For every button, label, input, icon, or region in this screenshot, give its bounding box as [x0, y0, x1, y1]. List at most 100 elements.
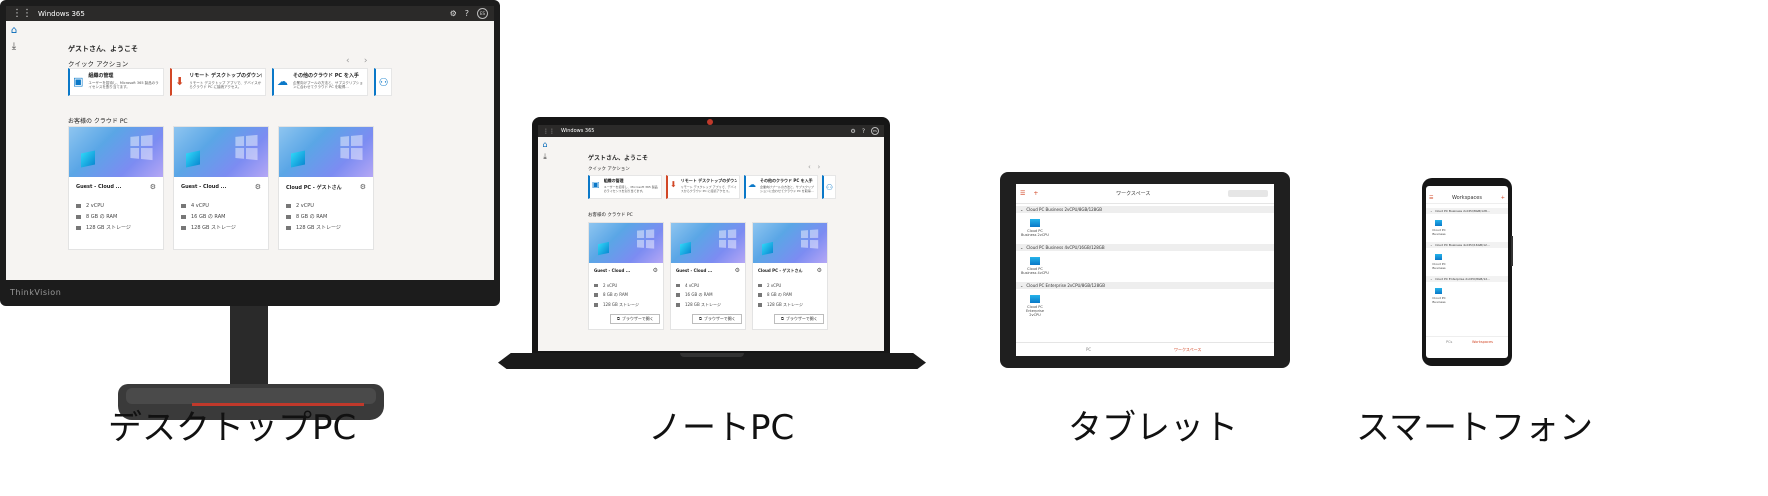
spec-ram: 8 GB の RAM — [76, 213, 131, 220]
quick-action-card[interactable]: ⬇リモート デスクトップのダウンロードリモート デスクトップ アプリで、デバイス… — [666, 175, 740, 199]
cloud-pc-card[interactable]: Guest - Cloud ... ⚙ 2 vCPU 8 GB の RAM 128 GB… — [588, 222, 664, 330]
cloud-pc-settings-icon[interactable]: ⚙ — [735, 267, 740, 274]
gear-icon[interactable]: ⚙ — [450, 9, 457, 18]
home-icon[interactable]: ⌂ — [542, 140, 547, 149]
cloud-pc-name: Guest - Cloud ... — [181, 184, 227, 190]
carousel-prev-icon[interactable]: ‹ — [346, 56, 350, 66]
quick-action-card[interactable]: ▣ 組織の管理 ユーザーを招待し、Microsoft 365 製品のライセンスを割り… — [68, 68, 164, 96]
avatar[interactable]: ES — [871, 127, 879, 135]
quick-action-card[interactable]: ⚇ — [822, 175, 836, 199]
tablet-footer: PC ワークスペース — [1016, 342, 1274, 356]
cloud-pc-icon[interactable] — [1030, 295, 1040, 303]
search-box[interactable] — [1228, 190, 1268, 197]
storage-icon — [181, 225, 186, 230]
spec-ram-value: 16 GB の RAM — [685, 292, 713, 297]
quick-actions-title: クイック アクション — [68, 60, 129, 68]
cloud-pcs-title: お客様の クラウド PC — [68, 118, 128, 125]
download-nav-icon[interactable]: ⤓ — [543, 152, 547, 162]
tab-pcs[interactable]: PC — [1086, 347, 1091, 352]
spec-storage-value: 128 GB ストレージ — [603, 302, 639, 307]
tab-pcs[interactable]: PCs — [1446, 340, 1452, 344]
workspace-group-header[interactable]: ⌄ Cloud PC Enterprise 2vCPU/8GB/128GB — [1016, 282, 1274, 289]
spec-cpu-value: 4 vCPU — [685, 283, 700, 288]
cpu-icon — [181, 204, 186, 208]
quick-action-card[interactable]: ☁ その他のクラウド PC を入手 企業向けプールの方法と、サブスクリプションに合わ… — [272, 68, 368, 96]
carousel-arrows: ‹ › — [346, 56, 368, 66]
cloud-pc-settings-icon[interactable]: ⚙ — [360, 183, 366, 191]
cloud-pc-cube-icon — [762, 241, 774, 256]
nav-rail: ⌂ ⤓ — [6, 21, 22, 280]
open-in-browser-label: ブラウザーで開く — [785, 316, 818, 321]
cloud-pc-settings-icon[interactable]: ⚙ — [653, 267, 658, 274]
cloud-pc-settings-icon[interactable]: ⚙ — [255, 183, 261, 191]
workspace-group-header[interactable]: ⌄ Cloud PC Enterprise 2vCPU/8GB/12... — [1426, 276, 1508, 282]
app-launcher-icon[interactable]: ⋮⋮ — [543, 128, 555, 135]
nav-rail: ⌂ ⤓ — [538, 137, 552, 351]
gear-icon[interactable]: ⚙ — [850, 128, 855, 135]
spec-cpu: 2 vCPU — [758, 283, 803, 288]
add-icon[interactable]: + — [1501, 195, 1505, 201]
quick-action-card[interactable]: ▣ 組織の管理 ユーザーを招待し、Microsoft 365 製品のライセンスを割り… — [588, 175, 662, 199]
spec-storage: 128 GB ストレージ — [76, 224, 131, 231]
workspace-group-header[interactable]: ⌄ Cloud PC Business 4vCPU/16GB/12... — [1426, 242, 1508, 248]
quick-action-card[interactable]: ☁ その他のクラウド PC を入手 企業向けプールの方法と、サブスクリプションに合わ… — [744, 175, 818, 199]
cloud-pc-icon[interactable] — [1435, 220, 1442, 226]
quick-action-desc: リモート デスクトップ アプリで、デバイスからクラウド PC に接続アクセス。 — [680, 185, 737, 193]
chevron-down-icon: ⌄ — [1430, 209, 1433, 213]
avatar[interactable]: ES — [477, 8, 488, 19]
quick-action-text: リモート デスクトップのダウンロードリモート デスクトップ アプリで、デバイスか… — [189, 72, 262, 90]
quick-action-title: その他のクラウド PC を入手 — [293, 73, 359, 79]
download-nav-icon[interactable]: ⤓ — [12, 41, 16, 52]
cloud-pc-icon[interactable] — [1030, 257, 1040, 265]
help-icon[interactable]: ? — [862, 128, 865, 135]
workspace-group-header[interactable]: ⌄ Cloud PC Business 2vCPU/8GB/128GB — [1016, 206, 1274, 213]
spec-storage: 128 GB ストレージ — [286, 224, 341, 231]
ram-icon — [676, 293, 680, 297]
avatar-initials: ES — [479, 11, 486, 16]
menu-icon[interactable]: ☰ — [1020, 190, 1025, 197]
workspace-group-header[interactable]: ⌄ Cloud PC Business 4vCPU/16GB/128GB — [1016, 244, 1274, 251]
tab-workspaces[interactable]: Workspaces — [1472, 340, 1493, 344]
quick-action-desc: リモート デスクトップ アプリで、デバイスからクラウド PC に接続アクセス。 — [189, 81, 262, 90]
storage-icon — [76, 225, 81, 230]
app-launcher-icon[interactable]: ⋮⋮ — [12, 8, 32, 19]
tab-workspaces[interactable]: ワークスペース — [1174, 347, 1201, 353]
cloud-pc-settings-icon[interactable]: ⚙ — [817, 267, 822, 274]
laptop-camera — [707, 119, 713, 125]
desktop-screen: ⋮⋮ Windows 365 ⚙ ? ES ⌂ ⤓ ゲストさん、ようこそ クイッ… — [6, 6, 494, 280]
home-icon[interactable]: ⌂ — [11, 25, 17, 36]
cloud-pc-label: Cloud PC Business 4vCPU — [1021, 267, 1049, 275]
ram-icon — [286, 214, 291, 219]
open-in-browser-button[interactable]: ⧉ ブラウザーで開く — [774, 314, 825, 324]
open-in-browser-button[interactable]: ⧉ ブラウザーで開く — [610, 314, 661, 324]
cloud-pc-card[interactable]: Guest - Cloud ... ⚙ 4 vCPU 16 GB の RAM 128 G… — [173, 126, 269, 250]
cloud-pc-icon[interactable] — [1435, 288, 1442, 294]
quick-action-card[interactable]: ⬇リモート デスクトップのダウンロードリモート デスクトップ アプリで、デバイス… — [170, 68, 266, 96]
carousel-prev-icon[interactable]: ‹ — [808, 163, 811, 171]
workspace-group-header[interactable]: ⌄ Cloud PC Business 2vCPU/8GB/128... — [1426, 208, 1508, 214]
cloud-pc-cube-icon — [290, 150, 305, 168]
open-in-browser-label: ブラウザーで開く — [621, 316, 654, 321]
spec-storage-value: 128 GB ストレージ — [86, 225, 131, 231]
windows-logo-icon — [801, 229, 819, 249]
cloud-pc-card[interactable]: Cloud PC - ゲストさん ⚙ 2 vCPU 8 GB の RAM 128 GB … — [278, 126, 374, 250]
quick-action-card[interactable]: ⚇ — [374, 68, 392, 96]
cloud-pc-icon[interactable] — [1030, 219, 1040, 227]
quick-action-desc: ユーザーを招待し、Microsoft 365 製品のライセンスを割り当てます。 — [88, 81, 159, 90]
add-icon[interactable]: + — [1033, 190, 1038, 197]
open-in-browser-button[interactable]: ⧉ ブラウザーで開く — [692, 314, 743, 324]
cloud-pc-icon[interactable] — [1435, 254, 1442, 260]
menu-icon[interactable]: ☰ — [1429, 195, 1433, 201]
quick-action-text: リモート デスクトップのダウンロードリモート デスクトップ アプリで、デバイスか… — [681, 178, 737, 194]
chevron-down-icon: ⌄ — [1020, 283, 1024, 288]
carousel-next-icon[interactable]: › — [818, 163, 821, 171]
cloud-pc-card[interactable]: Guest - Cloud ... ⚙ 2 vCPU 8 GB の RAM 128 GB… — [68, 126, 164, 250]
cloud-pc-thumbnail — [279, 127, 373, 177]
carousel-next-icon[interactable]: › — [364, 56, 368, 66]
cloud-pc-card[interactable]: Cloud PC - ゲストさん ⚙ 2 vCPU 8 GB の RAM 128 GB … — [752, 222, 828, 330]
help-icon[interactable]: ? — [465, 9, 469, 18]
cloud-pc-settings-icon[interactable]: ⚙ — [150, 183, 156, 191]
cloud-pc-card[interactable]: Guest - Cloud ... ⚙ 4 vCPU 16 GB の RAM 128 G… — [670, 222, 746, 330]
welcome-heading: ゲストさん、ようこそ — [588, 155, 649, 162]
spec-ram: 8 GB の RAM — [286, 213, 341, 220]
